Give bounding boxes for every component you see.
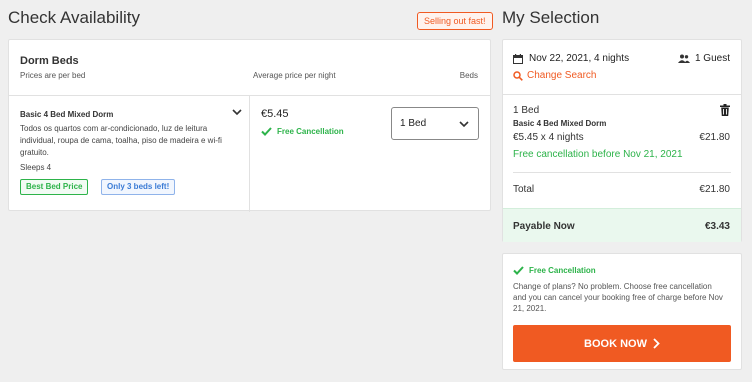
- divider: [513, 172, 731, 173]
- beds-select[interactable]: 1 Bed: [391, 107, 479, 140]
- guests-icon: [677, 54, 690, 63]
- booking-free-cancellation: Free Cancellation: [513, 266, 596, 275]
- selling-out-badge: Selling out fast!: [417, 12, 493, 30]
- column-divider: [249, 96, 250, 212]
- room-description: Todos os quartos com ar-condicionado, lu…: [20, 124, 222, 157]
- room-free-cancellation: Free Cancellation: [261, 127, 344, 136]
- check-icon: [261, 127, 272, 136]
- divider: [503, 94, 741, 95]
- room-sleeps: Sleeps 4: [20, 163, 52, 172]
- total-value: €21.80: [699, 184, 730, 195]
- selection-guests-text: 1 Guest: [694, 53, 730, 64]
- selection-bed-count: 1 Bed: [513, 105, 540, 116]
- change-search-label: Change Search: [527, 70, 597, 81]
- rooms-table-header: Dorm Beds Prices are per bed Average pri…: [9, 40, 490, 96]
- change-search-link[interactable]: Change Search: [513, 70, 597, 81]
- selection-dates-text: Nov 22, 2021, 4 nights: [529, 53, 630, 64]
- check-availability-title: Check Availability: [8, 8, 140, 27]
- booking-free-cancellation-title: Free Cancellation: [529, 266, 596, 275]
- search-icon: [513, 70, 523, 81]
- trash-icon[interactable]: [720, 104, 730, 116]
- prices-note: Prices are per bed: [20, 71, 86, 80]
- selection-guests: 1 Guest: [677, 53, 730, 64]
- selection-dates: Nov 22, 2021, 4 nights: [513, 53, 629, 64]
- selection-free-cancel-note: Free cancellation before Nov 21, 2021: [513, 149, 683, 160]
- availability-panel: Dorm Beds Prices are per bed Average pri…: [8, 39, 491, 212]
- room-name: Basic 4 Bed Mixed Dorm: [20, 110, 114, 119]
- selection-panel: Nov 22, 2021, 4 nights 1 Guest Change Se…: [502, 39, 742, 242]
- chevron-down-icon: [459, 120, 469, 127]
- chevron-right-icon: [653, 338, 660, 349]
- best-price-tag: Best Bed Price: [20, 179, 89, 195]
- total-label: Total: [513, 184, 535, 195]
- calendar-icon: [513, 53, 523, 64]
- book-now-button[interactable]: BOOK NOW: [513, 325, 731, 362]
- selection-price-calc: €5.45 x 4 nights: [513, 132, 584, 143]
- payable-now-value: €3.43: [704, 221, 730, 232]
- chevron-down-icon[interactable]: [231, 106, 243, 118]
- booking-info-text: Change of plans? No problem. Choose free…: [513, 282, 723, 313]
- section-title: Dorm Beds: [20, 55, 79, 67]
- payable-now-row: Payable Now €3.43: [503, 208, 741, 242]
- booking-panel: Free Cancellation Change of plans? No pr…: [502, 253, 742, 370]
- book-now-label: BOOK NOW: [584, 337, 647, 350]
- avg-price-column-header: Average price per night: [253, 71, 336, 80]
- beds-column-header: Beds: [459, 71, 478, 80]
- selection-room-name: Basic 4 Bed Mixed Dorm: [513, 119, 607, 128]
- free-cancellation-label: Free Cancellation: [277, 127, 344, 136]
- selection-line-total: €21.80: [699, 132, 730, 143]
- check-icon: [513, 266, 524, 275]
- my-selection-title: My Selection: [502, 8, 600, 27]
- beds-select-value: 1 Bed: [400, 118, 427, 129]
- payable-now-label: Payable Now: [513, 221, 575, 232]
- scarcity-tag: Only 3 beds left!: [101, 179, 176, 195]
- room-price: €5.45: [261, 108, 289, 120]
